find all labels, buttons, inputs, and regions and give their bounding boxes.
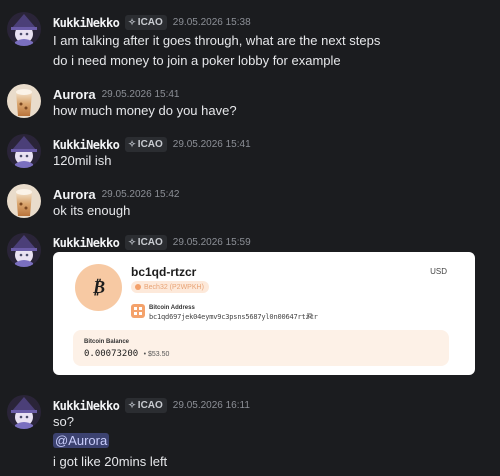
avatar[interactable] bbox=[7, 12, 41, 46]
server-tag[interactable]: ✧ ICAO bbox=[125, 15, 167, 30]
balance-panel: Bitcoin Balance 0.00073200 • $53.50 bbox=[73, 330, 449, 366]
address-full: bc1qd697jek04eymv9c3psns5687yl0n00647rtz… bbox=[149, 313, 318, 321]
balance-btc: 0.00073200 bbox=[84, 349, 139, 359]
server-tag-label: ICAO bbox=[137, 400, 163, 411]
witch-avatar-icon bbox=[7, 12, 41, 46]
username[interactable]: Aurora bbox=[53, 87, 96, 102]
username[interactable]: Aurora bbox=[53, 187, 96, 202]
balance-value: 0.00073200 • $53.50 bbox=[84, 349, 169, 359]
wallet-embed-card[interactable]: ₿ bc1qd-rtzcr USD Bech32 (P2WPKH) Bitcoi… bbox=[53, 252, 475, 375]
sparkle-icon: ✧ bbox=[128, 17, 136, 27]
message-text: 120mil ish bbox=[53, 153, 112, 168]
username[interactable]: KukkiNekko bbox=[53, 16, 120, 30]
avatar[interactable] bbox=[7, 84, 41, 118]
avatar[interactable] bbox=[7, 233, 41, 267]
server-tag[interactable]: ✧ ICAO bbox=[125, 137, 167, 152]
copy-icon[interactable]: ⧉ bbox=[307, 311, 313, 321]
message-text: so? bbox=[53, 414, 74, 429]
timestamp: 29.05.2026 15:41 bbox=[172, 139, 251, 150]
bitcoin-symbol: ₿ bbox=[91, 277, 106, 298]
balance-usd: • $53.50 bbox=[143, 351, 170, 358]
user-mention[interactable]: @Aurora bbox=[53, 433, 110, 448]
address-type-label: Bech32 (P2WPKH) bbox=[144, 283, 204, 291]
address-short: bc1qd-rtzcr bbox=[131, 265, 197, 279]
server-tag-label: ICAO bbox=[137, 17, 163, 28]
server-tag[interactable]: ✧ ICAO bbox=[125, 235, 167, 250]
message-text: I am talking after it goes through, what… bbox=[53, 33, 381, 48]
address-label: Bitcoin Address bbox=[149, 305, 195, 311]
timestamp: 29.05.2026 15:42 bbox=[101, 189, 180, 200]
server-tag-label: ICAO bbox=[137, 139, 163, 150]
avatar[interactable] bbox=[7, 134, 41, 168]
message-text: do i need money to join a poker lobby fo… bbox=[53, 53, 341, 68]
sparkle-icon: ✧ bbox=[128, 400, 136, 410]
timestamp: 29.05.2026 15:41 bbox=[101, 89, 180, 100]
avatar[interactable] bbox=[7, 184, 41, 218]
username[interactable]: KukkiNekko bbox=[53, 236, 120, 250]
witch-avatar-icon bbox=[7, 134, 41, 168]
sparkle-icon: ✧ bbox=[128, 139, 136, 149]
timestamp: 29.05.2026 15:59 bbox=[172, 237, 251, 248]
username[interactable]: KukkiNekko bbox=[53, 138, 120, 152]
server-tag[interactable]: ✧ ICAO bbox=[125, 398, 167, 413]
qr-code-icon[interactable] bbox=[131, 304, 145, 318]
message-text: i got like 20mins left bbox=[53, 454, 168, 469]
badge-dot-icon bbox=[135, 284, 141, 290]
bitcoin-icon: ₿ bbox=[75, 264, 122, 311]
timestamp: 29.05.2026 15:38 bbox=[172, 17, 251, 28]
balance-label: Bitcoin Balance bbox=[84, 339, 130, 345]
message-line: @Aurora bbox=[53, 433, 110, 448]
avatar[interactable] bbox=[7, 395, 41, 429]
address-type-badge: Bech32 (P2WPKH) bbox=[131, 281, 209, 293]
server-tag-label: ICAO bbox=[137, 237, 163, 248]
drink-avatar-icon bbox=[7, 84, 41, 118]
drink-avatar-icon bbox=[7, 184, 41, 218]
username[interactable]: KukkiNekko bbox=[53, 399, 120, 413]
witch-avatar-icon bbox=[7, 395, 41, 429]
currency-label[interactable]: USD bbox=[430, 267, 447, 276]
timestamp: 29.05.2026 16:11 bbox=[172, 400, 250, 411]
message-text: how much money do you have? bbox=[53, 103, 237, 118]
witch-avatar-icon bbox=[7, 233, 41, 267]
message-text: ok its enough bbox=[53, 203, 131, 218]
sparkle-icon: ✧ bbox=[128, 237, 136, 247]
